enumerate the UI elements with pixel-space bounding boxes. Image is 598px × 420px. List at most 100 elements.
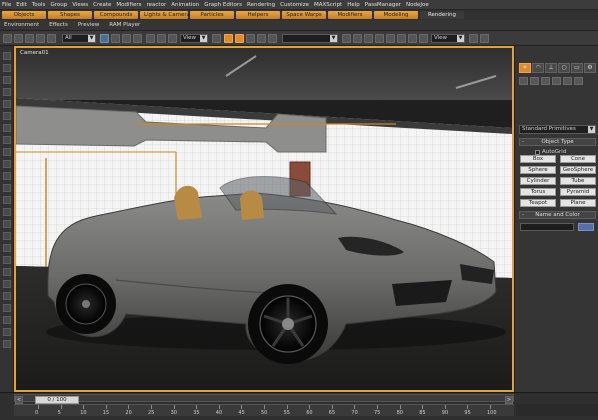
name-color-rollout-header[interactable]: - Name and Color — [519, 211, 596, 219]
menu-item-reactor[interactable]: reactor — [147, 2, 167, 8]
material-editor-icon[interactable] — [397, 34, 406, 43]
primitive-type-dropdown[interactable]: Standard Primitives ▼ — [519, 125, 596, 134]
select-manipulate-icon[interactable] — [224, 34, 233, 43]
tube-button[interactable]: Tube — [560, 177, 596, 185]
menu-item-passmanager[interactable]: PassManager — [365, 2, 401, 8]
strip-tool-icon[interactable] — [3, 76, 11, 84]
percent-snap-icon[interactable] — [257, 34, 266, 43]
strip-tool-icon[interactable] — [3, 52, 11, 60]
menu-item-modifiers[interactable]: Modifiers — [116, 2, 141, 8]
tab-particles[interactable]: Particles — [190, 11, 234, 19]
frame-ruler[interactable]: 0 5 10 15 20 25 30 35 40 45 50 55 60 65 70 75 80 85 90 95 10… — [14, 404, 514, 416]
motion-icon[interactable]: ○ — [558, 63, 570, 73]
strip-tool-icon[interactable] — [3, 208, 11, 216]
time-slider-track[interactable]: < 0 / 100 > — [14, 394, 514, 404]
autogrid-checkbox[interactable] — [535, 149, 540, 155]
strip-tool-icon[interactable] — [3, 100, 11, 108]
lights-icon[interactable] — [541, 77, 550, 85]
plane-button[interactable]: Plane — [560, 199, 596, 207]
tab-modeling[interactable]: Modeling — [374, 11, 418, 19]
render-setup-icon[interactable] — [408, 34, 417, 43]
display-icon[interactable]: ▭ — [571, 63, 583, 73]
tab-modifiers[interactable]: Modifiers — [328, 11, 372, 19]
tab-lights-cameras[interactable]: Lights & Cameras — [140, 11, 193, 19]
strip-tool-icon[interactable] — [3, 220, 11, 228]
strip-tool-icon[interactable] — [3, 124, 11, 132]
strip-tool-icon[interactable] — [3, 88, 11, 96]
environment-button[interactable]: Environment — [2, 22, 41, 28]
strip-tool-icon[interactable] — [3, 328, 11, 336]
menu-item-create[interactable]: Create — [93, 2, 111, 8]
menu-item-help[interactable]: Help — [347, 2, 360, 8]
strip-tool-icon[interactable] — [3, 64, 11, 72]
spacewarps-icon[interactable] — [574, 77, 583, 85]
strip-tool-icon[interactable] — [3, 136, 11, 144]
menu-item-tools[interactable]: Tools — [32, 2, 46, 8]
undo-icon[interactable] — [3, 34, 12, 43]
schematic-view-icon[interactable] — [386, 34, 395, 43]
cameras-icon[interactable] — [552, 77, 561, 85]
menu-item-graph-editors[interactable]: Graph Editors — [204, 2, 242, 8]
align-icon[interactable] — [353, 34, 362, 43]
modify-icon[interactable]: ◠ — [532, 63, 544, 73]
strip-tool-icon[interactable] — [3, 160, 11, 168]
object-name-field[interactable] — [520, 223, 574, 231]
strip-tool-icon[interactable] — [3, 148, 11, 156]
bind-spacewarp-icon[interactable] — [47, 34, 56, 43]
menu-item-maxscript[interactable]: MAXScript — [314, 2, 342, 8]
object-color-swatch[interactable] — [578, 223, 594, 231]
utilities-icon[interactable]: ⚙ — [584, 63, 596, 73]
effects-button[interactable]: Effects — [47, 22, 70, 28]
strip-tool-icon[interactable] — [3, 316, 11, 324]
layer-manager-icon[interactable] — [364, 34, 373, 43]
menu-item-group[interactable]: Group — [50, 2, 67, 8]
menu-item-file[interactable]: File — [2, 2, 11, 8]
ref-coord-dropdown[interactable]: View ▼ — [180, 34, 208, 43]
torus-button[interactable]: Torus — [520, 188, 556, 196]
window-crossing-icon[interactable] — [133, 34, 142, 43]
render-frame-icon[interactable] — [419, 34, 428, 43]
shapes-icon[interactable] — [530, 77, 539, 85]
box-button[interactable]: Box — [520, 155, 556, 163]
sphere-button[interactable]: Sphere — [520, 166, 556, 174]
mirror-icon[interactable] — [342, 34, 351, 43]
hierarchy-icon[interactable]: ⊥ — [545, 63, 557, 73]
object-type-rollout-header[interactable]: - Object Type — [519, 138, 596, 146]
selection-filter-dropdown[interactable]: All ▼ — [62, 34, 96, 43]
strip-tool-icon[interactable] — [3, 280, 11, 288]
select-scale-icon[interactable] — [168, 34, 177, 43]
active-shade-icon[interactable] — [480, 34, 489, 43]
camera-viewport[interactable]: Camera01 — [14, 46, 514, 392]
select-object-icon[interactable] — [100, 34, 109, 43]
pivot-center-icon[interactable] — [212, 34, 221, 43]
angle-snap-icon[interactable] — [246, 34, 255, 43]
strip-tool-icon[interactable] — [3, 244, 11, 252]
geometry-icon[interactable] — [519, 77, 528, 85]
viewport-label[interactable]: Camera01 — [20, 50, 49, 56]
tab-rendering[interactable]: Rendering — [420, 11, 464, 19]
helpers-icon[interactable] — [563, 77, 572, 85]
tab-compounds[interactable]: Compounds — [94, 11, 138, 19]
slider-next-icon[interactable]: > — [505, 396, 513, 404]
select-by-name-icon[interactable] — [111, 34, 120, 43]
tab-shapes[interactable]: Shapes — [48, 11, 92, 19]
menu-item-animation[interactable]: Animation — [171, 2, 199, 8]
strip-tool-icon[interactable] — [3, 256, 11, 264]
pyramid-button[interactable]: Pyramid — [560, 188, 596, 196]
cylinder-button[interactable]: Cylinder — [520, 177, 556, 185]
redo-icon[interactable] — [14, 34, 23, 43]
link-icon[interactable] — [25, 34, 34, 43]
ram-player-button[interactable]: RAM Player — [107, 22, 142, 28]
select-rotate-icon[interactable] — [157, 34, 166, 43]
curve-editor-icon[interactable] — [375, 34, 384, 43]
tab-space-warps[interactable]: Space Warps — [282, 11, 326, 19]
strip-tool-icon[interactable] — [3, 304, 11, 312]
quick-render-icon[interactable] — [469, 34, 478, 43]
strip-tool-icon[interactable] — [3, 292, 11, 300]
strip-tool-icon[interactable] — [3, 268, 11, 276]
strip-tool-icon[interactable] — [3, 184, 11, 192]
spinner-snap-icon[interactable] — [268, 34, 277, 43]
tab-objects[interactable]: Objects — [2, 11, 46, 19]
menu-item-nodejoe[interactable]: NodeJoe — [406, 2, 429, 8]
slider-prev-icon[interactable]: < — [15, 396, 23, 404]
